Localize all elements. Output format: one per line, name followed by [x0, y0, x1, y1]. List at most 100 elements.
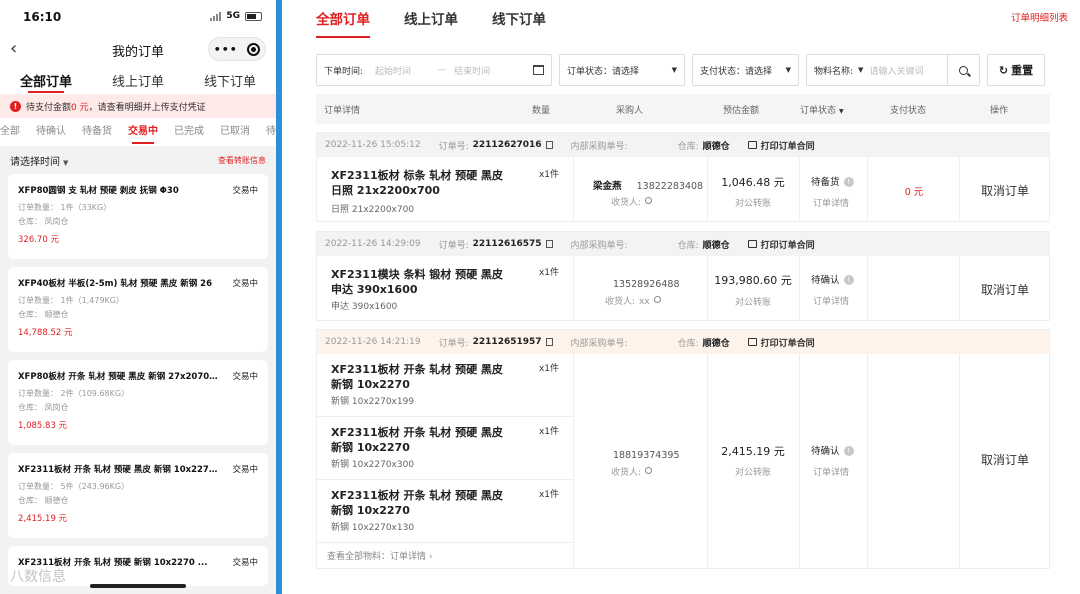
th-action: 操作: [990, 106, 1009, 116]
watermark-logo: 八数信息: [10, 569, 66, 585]
chevron-right-icon: ›: [426, 552, 433, 562]
th-buyer: 采购人: [616, 106, 644, 116]
status-tab-completed[interactable]: 已完成: [166, 118, 212, 146]
info-icon[interactable]: !: [843, 446, 854, 456]
material-search: 物料名称: ▼ 请输入关键词: [806, 54, 980, 86]
card-price: 2,415.19 元: [18, 514, 68, 524]
status-tab-preparing[interactable]: 待备货: [74, 118, 120, 146]
tab-all-orders[interactable]: 全部订单: [316, 0, 370, 38]
th-pay-status: 支付状态: [890, 106, 927, 116]
status-tab-pending-confirm[interactable]: 待确认: [28, 118, 74, 146]
internal-no-label: 内部采购单号:: [570, 141, 628, 152]
print-contract-button[interactable]: 打印订单合同: [747, 139, 815, 152]
copy-icon[interactable]: [545, 141, 553, 149]
order-card[interactable]: XFP40板材 半板(2-5m) 轧材 预硬 黑皮 新钢 26 交易中 订单数量…: [8, 267, 268, 352]
order-header: 2022-11-26 15:05:12 订单号: 22112627016 内部采购…: [317, 133, 1049, 157]
card-price: 14,788.52 元: [18, 328, 73, 338]
card-status: 交易中: [232, 279, 258, 289]
receiver-label: 收货人:: [605, 297, 636, 307]
order-amount: 193,980.60 元: [714, 274, 792, 287]
mobile-order-tabs: 全部订单 线上订单 线下订单: [0, 64, 276, 94]
th-order-status[interactable]: 订单状态 ▼: [800, 103, 844, 116]
print-label: 打印订单合同: [760, 240, 815, 251]
order-time: 2022-11-26 14:21:19: [325, 337, 421, 347]
order-block: 2022-11-26 14:29:09 订单号: 22112616575 内部采购…: [316, 231, 1050, 321]
order-no: 22112616575: [472, 239, 542, 249]
order-status-select[interactable]: 订单状态：请选择 ▼: [559, 54, 685, 86]
tab-online-orders[interactable]: 线上订单: [404, 0, 458, 38]
receiver-label: 收货人:: [611, 198, 642, 208]
order-card[interactable]: XF2311板材 开条 轧材 预硬 黑皮 新钢 10x2270 ... 交易中 …: [8, 453, 268, 538]
order-status: 待确认!: [811, 443, 854, 457]
order-amount: 1,046.48 元: [721, 176, 785, 189]
tab-online-orders[interactable]: 线上订单: [92, 64, 184, 94]
date-range-picker[interactable]: 下单时间: 起始时间 — 结束时间: [316, 54, 552, 86]
item-name: XF2311板材 开条 轧材 预硬 黑皮 新钢 10x2270: [331, 363, 503, 391]
pay-status-label: 支付状态：: [700, 66, 746, 77]
order-detail-list-link[interactable]: 订单明细列表: [1011, 10, 1068, 24]
copy-icon[interactable]: [545, 338, 553, 346]
calendar-icon[interactable]: [533, 65, 544, 75]
order-detail-link[interactable]: 订单详情: [813, 465, 849, 478]
order-card[interactable]: XFP80圆钢 支 轧材 预硬 剥皮 抚钢 Φ30 交易中 订单数量： 1件（3…: [8, 174, 268, 259]
card-title: XFP80板材 开条 轧材 预硬 黑皮 新钢 27x2070 ...: [18, 372, 218, 382]
refresh-icon: ↻: [998, 63, 1009, 77]
pay-status-value: 请选择: [745, 66, 773, 77]
print-contract-button[interactable]: 打印订单合同: [747, 238, 815, 251]
tab-offline-orders[interactable]: 线下订单: [492, 0, 546, 38]
time-filter-row: 请选择时间 ▼ 查看转账信息: [0, 146, 276, 174]
th-amount: 预估金额: [723, 106, 760, 116]
order-card-list: XFP80圆钢 支 轧材 预硬 剥皮 抚钢 Φ30 交易中 订单数量： 1件（3…: [0, 174, 276, 586]
order-detail-link[interactable]: 订单详情: [813, 294, 849, 307]
end-date-input[interactable]: 结束时间: [454, 64, 490, 77]
order-card[interactable]: XFP80板材 开条 轧材 预硬 黑皮 新钢 27x2070 ... 交易中 订…: [8, 360, 268, 445]
miniapp-capsule[interactable]: •••: [208, 37, 266, 61]
view-all-materials-link[interactable]: 查看全部物料：订单详情 ›: [327, 549, 432, 562]
status-time: 16:10: [23, 10, 62, 24]
card-qty: 订单数量： 1件（1,479KG）: [18, 296, 124, 305]
order-time: 2022-11-26 14:29:09: [325, 239, 421, 249]
search-button[interactable]: [947, 55, 979, 85]
status-bar: 16:10 5G: [0, 0, 276, 34]
status-tab-pending-pay[interactable]: 待支: [258, 118, 276, 146]
date-separator: —: [437, 65, 447, 75]
item-name: XF2311模块 条料 锻材 预硬 黑皮 申达 390x1600: [331, 268, 503, 296]
notice-suffix: ，请查看明细并上传支付凭证: [88, 102, 206, 113]
card-qty: 订单数量： 1件（33KG）: [18, 203, 112, 212]
card-status: 交易中: [232, 558, 258, 568]
order-status: 待备货!: [811, 174, 854, 188]
info-icon[interactable]: !: [843, 275, 854, 285]
cancel-order-button[interactable]: 取消订单: [959, 182, 1051, 199]
more-icon[interactable]: •••: [214, 43, 238, 56]
person-icon: [645, 197, 653, 204]
tab-offline-orders[interactable]: 线下订单: [184, 64, 276, 94]
card-warehouse: 仓库： 顺德仓: [18, 310, 69, 319]
card-qty: 订单数量： 2件（109.68KG）: [18, 389, 130, 398]
order-body: XF2311板材 开条 轧材 预硬 黑皮 新钢 10x2270 新钢 10x22…: [317, 354, 1049, 568]
transfer-info-link[interactable]: 查看转账信息: [218, 155, 266, 166]
caret-down-icon[interactable]: ▼: [858, 66, 863, 74]
time-select[interactable]: 请选择时间 ▼: [10, 153, 68, 168]
order-detail-link[interactable]: 订单详情: [813, 196, 849, 209]
status-tab-all[interactable]: 全部: [0, 118, 28, 146]
notice-prefix: 待支付金额: [26, 102, 72, 113]
buyer-phone: 13528926488: [613, 279, 680, 290]
cancel-order-button[interactable]: 取消订单: [959, 451, 1051, 468]
cancel-order-button[interactable]: 取消订单: [959, 281, 1051, 298]
info-icon[interactable]: !: [843, 177, 854, 187]
buyer-info: 18819374395: [613, 443, 680, 462]
print-contract-button[interactable]: 打印订单合同: [747, 336, 815, 349]
start-date-input[interactable]: 起始时间: [375, 64, 411, 77]
pay-status: 0 元: [904, 187, 924, 198]
pay-status-select[interactable]: 支付状态：请选择 ▼: [692, 54, 799, 86]
status-tab-cancelled[interactable]: 已取消: [212, 118, 258, 146]
material-search-input[interactable]: 请输入关键词: [869, 64, 923, 77]
tab-all-orders[interactable]: 全部订单: [0, 64, 92, 94]
status-tab-trading[interactable]: 交易中: [120, 118, 166, 146]
reset-button[interactable]: ↻ 重置: [987, 54, 1045, 86]
order-item: XF2311板材 开条 轧材 预硬 黑皮 新钢 10x2270 新钢 10x22…: [317, 354, 573, 416]
table-header: 订单详情 数量 采购人 预估金额 订单状态 ▼ 支付状态 操作: [316, 94, 1050, 124]
copy-icon[interactable]: [545, 240, 553, 248]
close-target-icon[interactable]: [247, 42, 261, 56]
order-status-text: 待确认: [811, 275, 840, 286]
